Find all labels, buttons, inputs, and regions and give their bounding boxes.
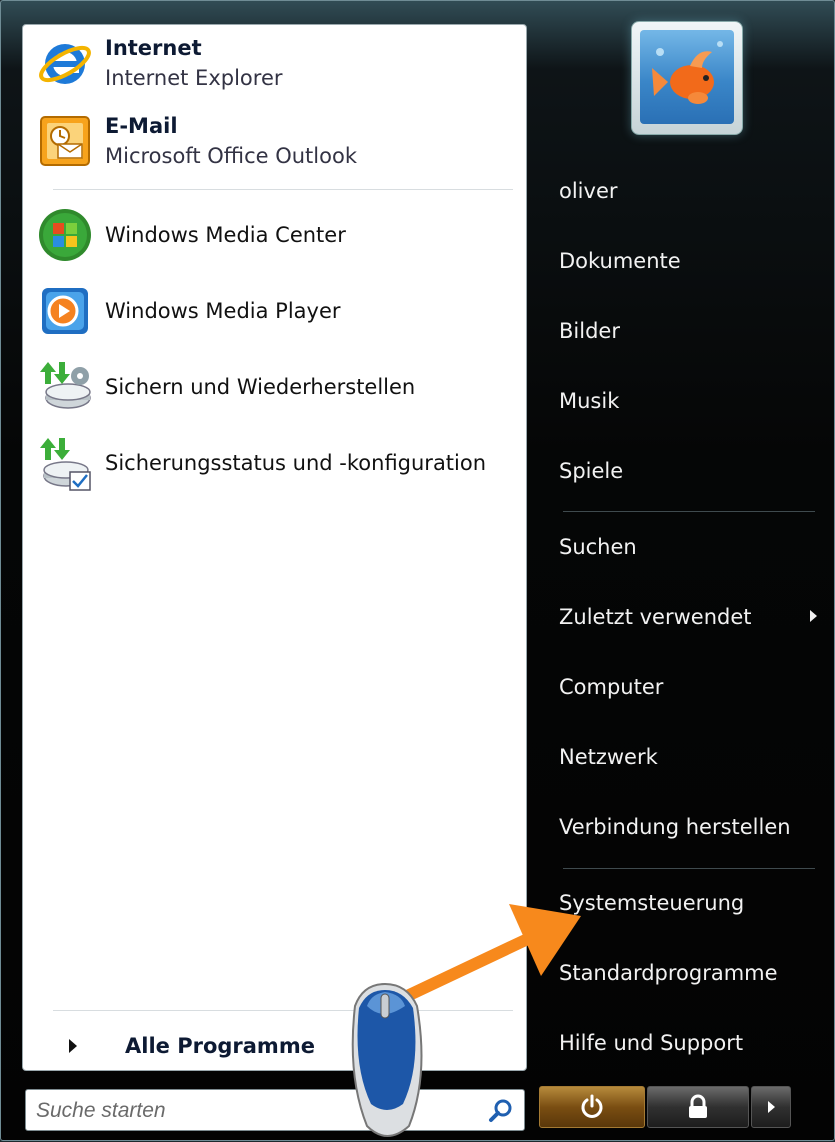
- right-separator: [563, 868, 815, 869]
- backup-restore-icon: [35, 357, 95, 417]
- start-search-box[interactable]: [25, 1089, 525, 1131]
- shutdown-options-button[interactable]: [751, 1086, 791, 1128]
- power-icon: [581, 1094, 603, 1118]
- start-menu: Internet Internet Explorer E-Mail Micros…: [0, 0, 835, 1141]
- recent-item-media-player[interactable]: Windows Media Player: [35, 281, 341, 341]
- recent-item-label: Windows Media Player: [105, 299, 341, 323]
- pinned-title: Internet: [105, 36, 202, 60]
- goldfish-icon: [640, 30, 734, 124]
- right-item-documents[interactable]: Dokumente: [559, 241, 681, 281]
- lock-icon: [689, 1094, 707, 1118]
- pinned-item-email[interactable]: E-Mail Microsoft Office Outlook: [35, 111, 357, 171]
- user-picture[interactable]: [631, 21, 743, 135]
- recent-item-backup-status[interactable]: Sicherungsstatus und -konfiguration: [35, 433, 486, 493]
- right-item-network[interactable]: Netzwerk: [559, 737, 658, 777]
- power-controls: [539, 1086, 795, 1128]
- recent-item-label: Sichern und Wiederherstellen: [105, 375, 416, 399]
- right-item-help[interactable]: Hilfe und Support: [559, 1023, 743, 1063]
- chevron-right-icon: [810, 610, 817, 622]
- right-item-pictures[interactable]: Bilder: [559, 311, 620, 351]
- right-item-computer[interactable]: Computer: [559, 667, 663, 707]
- search-icon[interactable]: [488, 1098, 514, 1124]
- mouse-icon: [351, 982, 423, 1137]
- outlook-icon: [35, 111, 95, 171]
- pinned-subtitle: Microsoft Office Outlook: [105, 144, 357, 168]
- right-item-games[interactable]: Spiele: [559, 451, 623, 491]
- all-programs-label: Alle Programme: [125, 1034, 315, 1058]
- media-center-icon: [35, 205, 95, 265]
- right-item-user[interactable]: oliver: [559, 171, 618, 211]
- right-item-default-programs[interactable]: Standardprogramme: [559, 953, 778, 993]
- right-item-connect[interactable]: Verbindung herstellen: [559, 807, 791, 847]
- pinned-separator: [53, 189, 513, 190]
- chevron-right-icon: [69, 1039, 77, 1053]
- right-separator: [563, 511, 815, 512]
- right-item-music[interactable]: Musik: [559, 381, 619, 421]
- right-item-recent[interactable]: Zuletzt verwendet: [559, 597, 752, 637]
- recent-item-label: Windows Media Center: [105, 223, 346, 247]
- recent-item-label: Sicherungsstatus und -konfiguration: [105, 451, 487, 475]
- chevron-right-icon: [767, 1101, 775, 1113]
- recent-item-media-center[interactable]: Windows Media Center: [35, 205, 346, 265]
- pinned-title: E-Mail: [105, 114, 178, 138]
- pinned-subtitle: Internet Explorer: [105, 66, 283, 90]
- lock-button[interactable]: [647, 1086, 749, 1128]
- all-programs-button[interactable]: Alle Programme: [49, 1028, 509, 1064]
- recent-item-backup-restore[interactable]: Sichern und Wiederherstellen: [35, 357, 415, 417]
- media-player-icon: [35, 281, 95, 341]
- backup-status-icon: [35, 433, 95, 493]
- power-button[interactable]: [539, 1086, 645, 1128]
- internet-explorer-icon: [35, 33, 95, 93]
- pinned-item-internet[interactable]: Internet Internet Explorer: [35, 33, 283, 93]
- right-item-search[interactable]: Suchen: [559, 527, 637, 567]
